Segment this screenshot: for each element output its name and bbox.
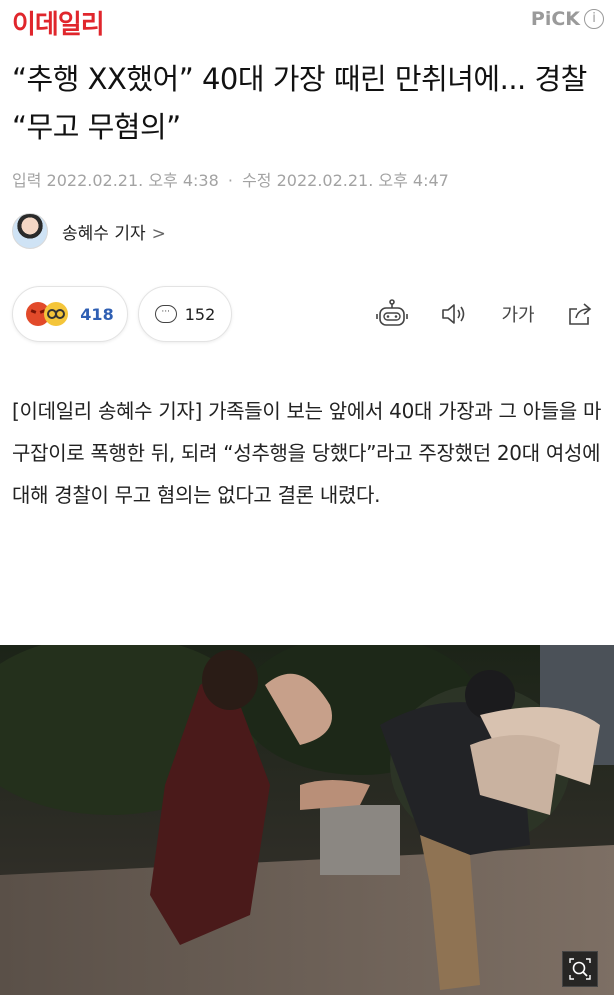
comment-icon: ··· xyxy=(154,305,177,323)
comment-count: 152 xyxy=(184,304,216,324)
article-photo-image xyxy=(0,645,614,995)
modified-label: 수정 xyxy=(242,171,272,190)
action-bar: 418 ··· 152 가가 xyxy=(0,286,614,344)
modified-date: 2022.02.21. 오후 4:47 xyxy=(276,171,449,190)
site-logo[interactable]: 이데일리 xyxy=(12,4,105,41)
robot-icon[interactable] xyxy=(374,298,410,330)
shocked-emoji-icon xyxy=(44,302,69,326)
share-icon[interactable] xyxy=(562,298,598,330)
input-date: 2022.02.21. 오후 4:38 xyxy=(46,171,219,190)
comment-button[interactable]: ··· 152 xyxy=(138,286,232,342)
chevron-right-icon: > xyxy=(151,223,166,244)
article-headline: “추행 XX했어” 40대 가장 때린 만취녀에... 경찰 “무고 무혐의” xyxy=(12,62,587,144)
speaker-icon[interactable] xyxy=(436,298,472,330)
dateline: 입력 2022.02.21. 오후 4:38 · 수정 2022.02.21. … xyxy=(12,167,449,191)
pick-badge[interactable]: PiCK i xyxy=(531,8,604,30)
pick-label: PiCK xyxy=(530,8,580,30)
author-link[interactable]: 송혜수 기자 > xyxy=(12,211,166,251)
top-bar: 이데일리 PiCK i xyxy=(0,0,614,40)
author-name-text: 송혜수 기자 xyxy=(62,223,146,244)
zoom-icon[interactable] xyxy=(562,951,598,987)
font-size-icon[interactable]: 가가 xyxy=(496,298,540,330)
author-avatar xyxy=(12,213,48,249)
font-size-label: 가가 xyxy=(501,305,535,326)
article-body: [이데일리 송혜수 기자] 가족들이 보는 앞에서 40대 가장과 그 아들을 … xyxy=(12,399,602,507)
info-icon[interactable]: i xyxy=(584,9,604,29)
reaction-count: 418 xyxy=(80,304,114,324)
article-photo[interactable] xyxy=(0,645,614,995)
reaction-icons xyxy=(26,302,72,326)
author-name[interactable]: 송혜수 기자 > xyxy=(62,219,166,244)
input-label: 입력 xyxy=(12,171,42,190)
date-separator: · xyxy=(227,171,233,190)
reaction-button[interactable]: 418 xyxy=(12,286,128,342)
